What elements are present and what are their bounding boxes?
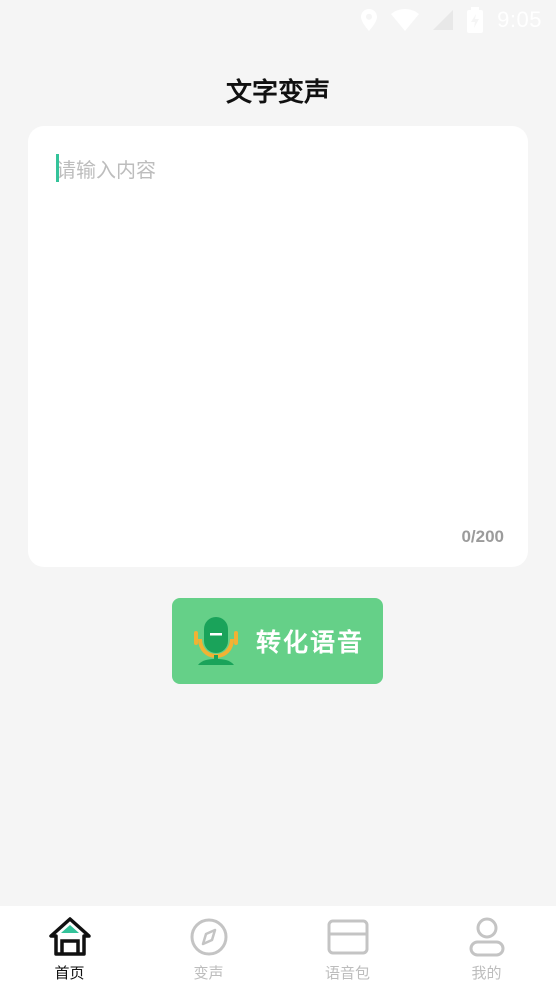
tab-voice-pack[interactable]: 语音包 [278,906,417,990]
convert-label: 转化语音 [256,628,365,657]
text-input-card: 0/200 [28,126,528,567]
microphone-icon [194,617,238,665]
tab-voice-pack-label: 语音包 [324,964,370,982]
page-title: 文字变声 [225,78,330,108]
location-icon [361,9,378,31]
convert-to-speech-button[interactable]: 转化语音 [172,598,383,684]
tab-voice-change-label: 变声 [193,964,224,982]
bottom-tab-bar: 首页 变声 语音包 我的 [0,906,556,990]
text-cursor [56,154,59,182]
compass-icon [190,918,227,956]
text-input[interactable] [56,154,500,494]
status-time: 9:05 [497,7,542,32]
user-icon [469,917,504,957]
home-icon [48,917,91,956]
battery-icon [467,7,484,33]
tab-home[interactable]: 首页 [0,906,139,990]
signal-icon [433,10,454,30]
tab-home-label: 首页 [54,964,85,982]
tab-mine-label: 我的 [471,964,502,982]
status-bar: 9:05 [0,0,556,40]
char-count: 0/200 [461,527,504,546]
tab-mine[interactable]: 我的 [417,906,556,990]
tab-voice-change[interactable]: 变声 [139,906,278,990]
folder-icon [327,919,368,955]
wifi-icon [391,9,420,31]
